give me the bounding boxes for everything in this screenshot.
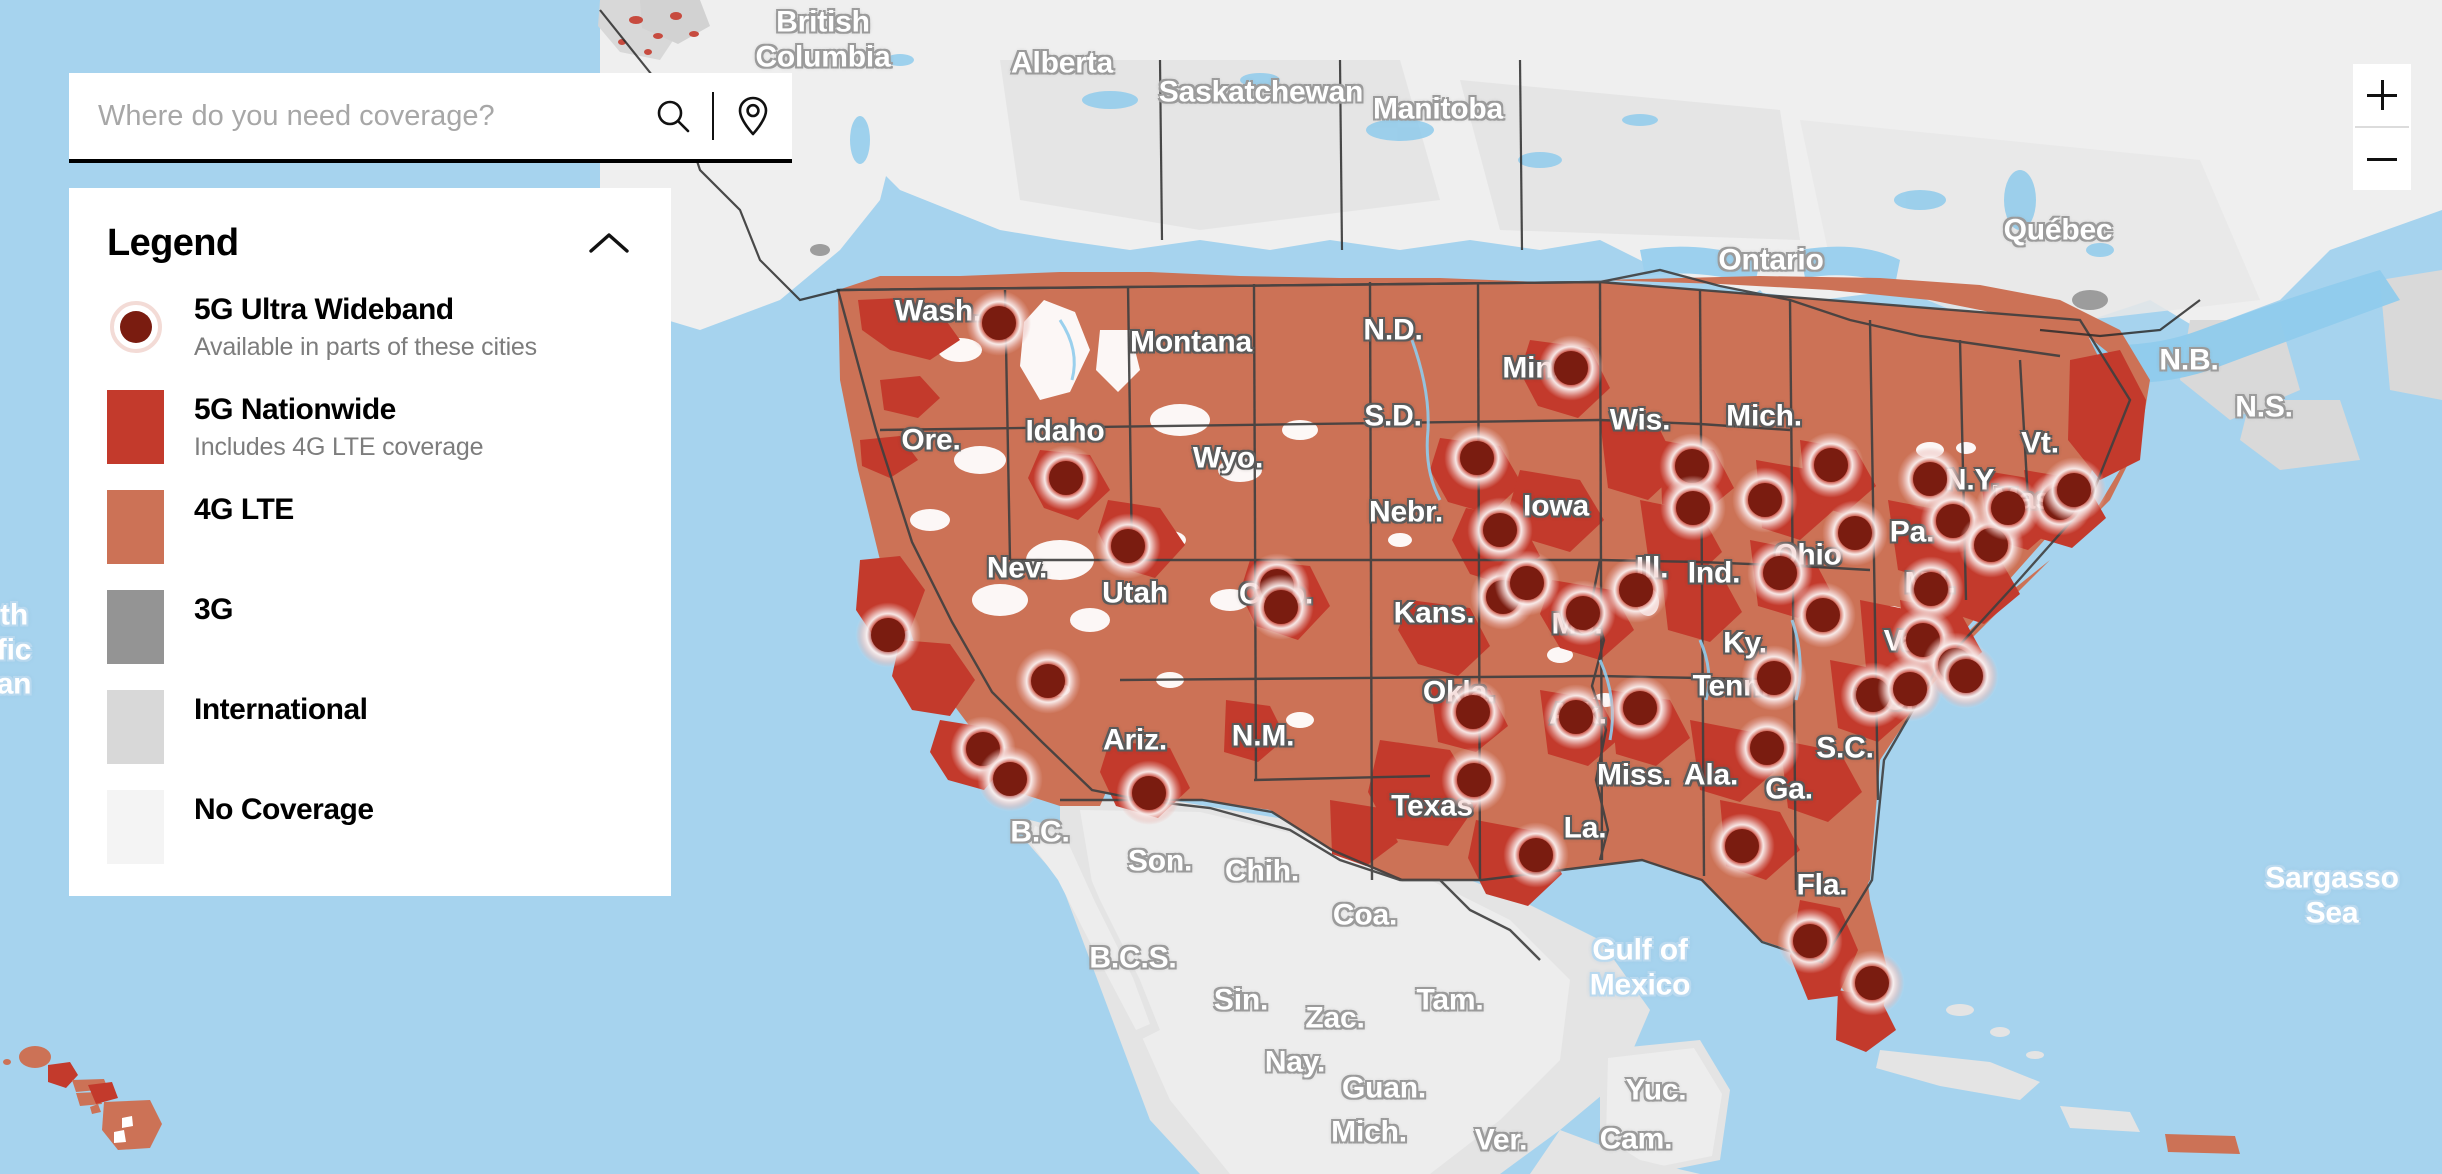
search-input[interactable] <box>69 73 634 159</box>
legend-color-swatch <box>107 590 164 664</box>
legend-item-label: 5G Ultra Wideband <box>194 293 454 326</box>
legend-item-5[interactable]: No Coverage <box>107 790 633 864</box>
legend-item-text: 5G Ultra Wideband Available in parts of t… <box>194 290 537 363</box>
legend-color-swatch <box>107 390 164 464</box>
legend-items: 5G Ultra Wideband Available in parts of t… <box>107 290 633 864</box>
legend-item-sublabel: Includes 4G LTE coverage <box>194 432 484 461</box>
legend-item-4[interactable]: International <box>107 690 633 764</box>
legend-item-label: International <box>194 693 368 726</box>
legend-item-label: No Coverage <box>194 793 374 826</box>
chevron-up-icon[interactable] <box>587 224 633 261</box>
legend-item-text: 4G LTE <box>194 490 294 528</box>
search-icon[interactable] <box>634 73 712 159</box>
legend-panel: Legend 5G Ultra Wideband Available in par… <box>69 188 671 896</box>
zoom-out-button[interactable] <box>2353 128 2411 190</box>
legend-item-3[interactable]: 3G <box>107 590 633 664</box>
legend-color-swatch <box>107 490 164 564</box>
zoom-controls[interactable] <box>2353 64 2411 190</box>
legend-item-text: International <box>194 690 368 728</box>
legend-item-text: 3G <box>194 590 234 628</box>
legend-item-label: 5G Nationwide <box>194 393 396 426</box>
search-bar[interactable] <box>69 73 792 163</box>
location-pin-icon[interactable] <box>714 73 792 159</box>
minus-icon <box>2367 144 2397 174</box>
legend-item-text: 5G Nationwide Includes 4G LTE coverage <box>194 390 484 463</box>
legend-item-text: No Coverage <box>194 790 374 828</box>
zoom-in-button[interactable] <box>2353 64 2411 126</box>
legend-color-swatch <box>107 690 164 764</box>
legend-item-1[interactable]: 5G Nationwide Includes 4G LTE coverage <box>107 390 633 464</box>
legend-item-0[interactable]: 5G Ultra Wideband Available in parts of t… <box>107 290 633 364</box>
legend-item-sublabel: Available in parts of these cities <box>194 332 537 361</box>
plus-icon <box>2367 80 2397 110</box>
legend-item-2[interactable]: 4G LTE <box>107 490 633 564</box>
legend-title: Legend <box>107 222 239 264</box>
legend-color-swatch <box>107 790 164 864</box>
legend-header: Legend <box>107 224 633 262</box>
legend-uwb-marker-icon <box>107 290 164 364</box>
legend-item-label: 4G LTE <box>194 493 294 526</box>
coverage-map-page: Wash. Ore. Idaho Montana Wyo. Nev. Utah Colo. Ar… <box>0 0 2442 1174</box>
legend-item-label: 3G <box>194 593 234 626</box>
puerto-rico <box>2165 1134 2240 1154</box>
